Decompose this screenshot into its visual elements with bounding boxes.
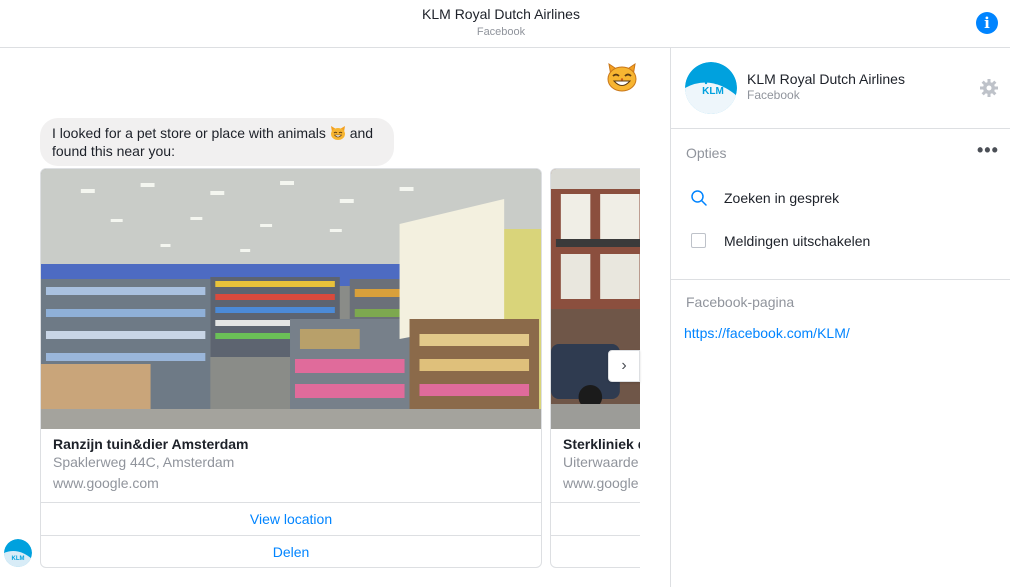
- avatar-logo-text: KLM: [702, 86, 724, 97]
- search-icon: [691, 190, 707, 206]
- klm-avatar: KLM: [4, 539, 32, 567]
- store-photo: [41, 169, 541, 429]
- message-thread[interactable]: I looked for a pet store or place with a…: [0, 48, 670, 587]
- more-dots-icon[interactable]: •••: [977, 140, 999, 161]
- profile-subtitle: Facebook: [747, 88, 800, 102]
- card-details: Ranzijn tuin&dier Amsterdam Spaklerweg 4…: [53, 435, 541, 492]
- facebook-page-link[interactable]: https://facebook.com/KLM/: [684, 325, 850, 341]
- conversation-header: KLM Royal Dutch Airlines Facebook i: [0, 0, 1010, 48]
- view-location-button[interactable]: View location: [41, 502, 541, 535]
- search-in-conversation[interactable]: Zoeken in gesprek: [686, 186, 996, 210]
- message-text-part-1: I looked for a pet store or place with a…: [52, 125, 326, 141]
- cat-emoji-icon: [330, 126, 345, 140]
- chevron-right-icon[interactable]: ›: [608, 350, 640, 382]
- facebook-page-header: Facebook-pagina: [686, 294, 795, 310]
- card-url: www.google.com: [53, 475, 159, 491]
- conversation-title: KLM Royal Dutch Airlines: [422, 6, 580, 22]
- options-header: Opties: [686, 145, 727, 161]
- carousel-edge: [640, 158, 670, 578]
- cat-face-emoji: [607, 62, 637, 92]
- avatar-logo-text: KLM: [12, 556, 25, 562]
- gear-icon[interactable]: [979, 78, 999, 98]
- details-panel: KLM KLM Royal Dutch Airlines Facebook Op…: [670, 48, 1010, 587]
- mute-notifications[interactable]: Meldingen uitschakelen: [686, 229, 996, 253]
- share-button[interactable]: Delen: [41, 535, 541, 567]
- profile-section: KLM KLM Royal Dutch Airlines Facebook: [671, 48, 1010, 129]
- klm-avatar[interactable]: KLM: [685, 62, 737, 114]
- location-card[interactable]: Ranzijn tuin&dier Amsterdam Spaklerweg 4…: [40, 168, 542, 568]
- section-divider: [671, 279, 1010, 280]
- search-label: Zoeken in gesprek: [724, 190, 840, 206]
- card-title: Ranzijn tuin&dier Amsterdam: [53, 436, 249, 452]
- profile-name: KLM Royal Dutch Airlines: [747, 71, 905, 87]
- message-bubble: I looked for a pet store or place with a…: [40, 118, 394, 166]
- mute-label: Meldingen uitschakelen: [724, 233, 871, 249]
- card-address: Spaklerweg 44C, Amsterdam: [53, 454, 235, 470]
- mute-checkbox[interactable]: [691, 233, 706, 248]
- info-icon[interactable]: i: [976, 12, 998, 34]
- conversation-subtitle: Facebook: [476, 26, 526, 38]
